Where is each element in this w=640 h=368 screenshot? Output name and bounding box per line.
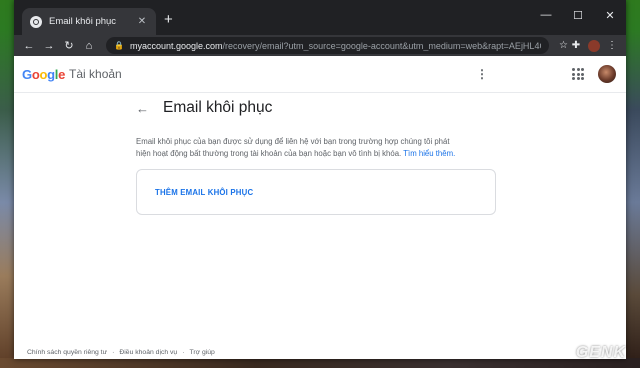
google-favicon-icon xyxy=(30,15,42,28)
address-bar[interactable]: 🔒 myaccount.google.com/recovery/email?ut… xyxy=(106,37,550,54)
browser-window: Email khôi phục ✕ + — ☐ ✕ ← → ↻ ⌂ 🔒 myac… xyxy=(14,0,626,359)
url-text: myaccount.google.com/recovery/email?utm_… xyxy=(130,41,541,51)
forward-icon[interactable]: → xyxy=(40,40,58,52)
window-controls: — ☐ ✕ xyxy=(530,0,626,30)
lock-icon[interactable]: 🔒 xyxy=(114,41,124,50)
page-content: Google Tài khoản ⋮ ← Email khôi phục Ema… xyxy=(14,56,626,359)
google-logo[interactable]: Google xyxy=(22,67,65,82)
page-title: Email khôi phục xyxy=(163,99,273,116)
url-host: myaccount.google.com xyxy=(129,40,223,51)
google-account-header: Google Tài khoản ⋮ xyxy=(14,56,626,93)
google-apps-icon[interactable] xyxy=(568,68,588,80)
desktop-background-right xyxy=(626,0,640,368)
back-arrow-icon[interactable]: ← xyxy=(136,101,149,116)
url-path: /recovery/email?utm_source=google-accoun… xyxy=(222,40,542,51)
new-tab-plus-icon[interactable]: + xyxy=(164,12,173,27)
learn-more-link[interactable]: Tìm hiểu thêm. xyxy=(403,149,455,158)
help-link[interactable]: Trợ giúp xyxy=(189,349,214,356)
terms-of-service-link[interactable]: Điều khoản dịch vụ xyxy=(119,349,177,356)
home-icon[interactable]: ⌂ xyxy=(80,40,98,52)
chrome-menu-icon[interactable]: ⋮ xyxy=(604,40,620,51)
browser-toolbar: ← → ↻ ⌂ 🔒 myaccount.google.com/recovery/… xyxy=(14,35,626,56)
back-icon[interactable]: ← xyxy=(20,40,38,52)
profile-avatar-icon[interactable] xyxy=(588,39,600,52)
desktop-background-bottom xyxy=(0,358,640,368)
tab-strip: Email khôi phục ✕ + — ☐ ✕ xyxy=(14,0,626,35)
tab-title: Email khôi phục xyxy=(49,16,117,27)
tab-close-icon[interactable]: ✕ xyxy=(136,16,148,27)
account-avatar[interactable] xyxy=(598,65,616,83)
desktop-background-left xyxy=(0,0,14,368)
browser-tab[interactable]: Email khôi phục ✕ xyxy=(22,8,156,35)
minimize-icon[interactable]: — xyxy=(530,0,562,30)
genk-watermark-logo: GENK xyxy=(575,344,626,361)
footer-links: Chính sách quyền riêng tư · Điều khoản d… xyxy=(27,349,215,356)
reload-icon[interactable]: ↻ xyxy=(60,39,78,52)
add-recovery-email-button[interactable]: THÊM EMAIL KHÔI PHỤC xyxy=(155,188,253,197)
description-text: Email khôi phục của bạn được sử dụng để … xyxy=(136,136,466,160)
product-name[interactable]: Tài khoản xyxy=(69,67,122,81)
heading-row: ← Email khôi phục xyxy=(136,99,272,117)
more-options-icon[interactable]: ⋮ xyxy=(472,67,492,81)
extensions-puzzle-icon[interactable]: ✚ xyxy=(568,40,584,51)
recovery-email-card: THÊM EMAIL KHÔI PHỤC xyxy=(136,169,496,215)
bookmark-star-icon[interactable]: ☆ xyxy=(559,40,568,51)
privacy-policy-link[interactable]: Chính sách quyền riêng tư xyxy=(27,349,107,356)
maximize-icon[interactable]: ☐ xyxy=(562,0,594,30)
close-window-icon[interactable]: ✕ xyxy=(594,0,626,30)
